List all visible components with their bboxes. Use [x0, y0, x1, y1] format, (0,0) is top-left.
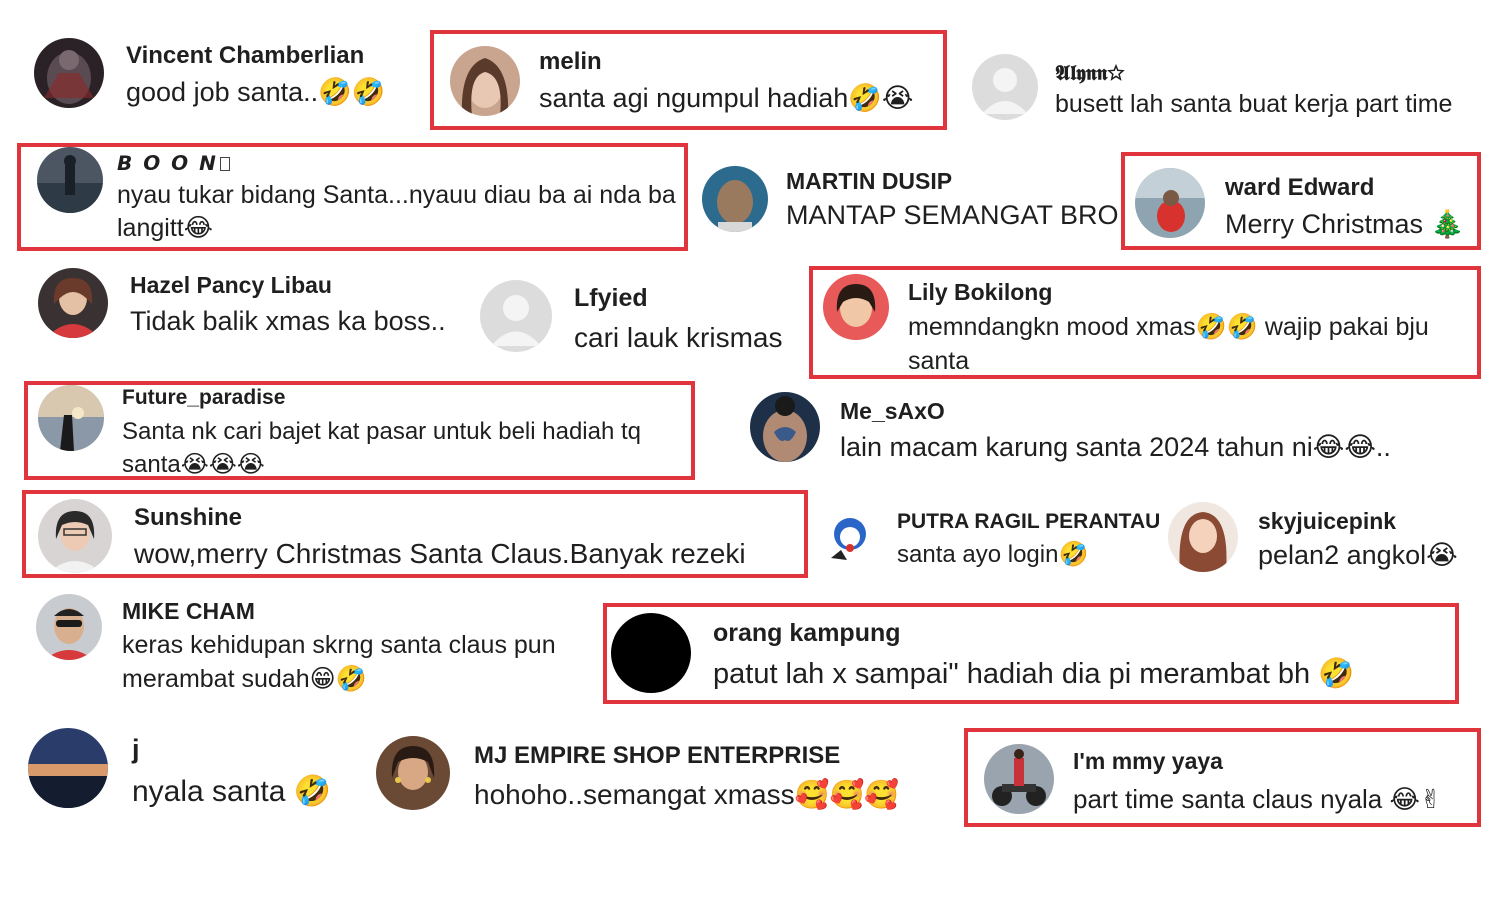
- username[interactable]: 𝕬𝖑𝖞𝖓𝖓☆: [1055, 60, 1125, 86]
- username[interactable]: Future_paradise: [122, 386, 285, 410]
- comment-item-highlighted: Future_paradise Santa nk cari bajet kat …: [24, 381, 695, 480]
- avatar[interactable]: [984, 744, 1054, 814]
- avatar[interactable]: [38, 268, 108, 338]
- comment-text: Santa nk cari bajet kat pasar untuk beli…: [122, 418, 641, 478]
- comment-text: MANTAP SEMANGAT BRO: [786, 200, 1119, 230]
- comment-text: Merry Christmas 🎄: [1225, 209, 1465, 239]
- comment-item: PUTRA RAGIL PERANTAU santa ayo login🤣: [815, 502, 1165, 582]
- username[interactable]: Hazel Pancy Libau: [130, 272, 332, 299]
- comment-text: nyala santa 🤣: [132, 775, 332, 808]
- avatar[interactable]: [611, 613, 691, 693]
- comment-text: cari lauk krismas: [574, 322, 783, 353]
- username[interactable]: Vincent Chamberlian: [126, 42, 364, 70]
- comment-item-highlighted: melin santa agi ngumpul hadiah🤣😭: [430, 30, 947, 130]
- username[interactable]: PUTRA RAGIL PERANTAU: [897, 510, 1160, 534]
- comment-text: santa agi ngumpul hadiah🤣😭: [539, 83, 914, 113]
- comment-text: hohoho..semangat xmass🥰🥰🥰: [474, 779, 900, 810]
- comment-text: good job santa..🤣🤣: [126, 77, 386, 107]
- comment-item-highlighted: I'm mmy yaya part time santa claus nyala…: [964, 728, 1481, 827]
- comment-item: 𝕬𝖑𝖞𝖓𝖓☆ busett lah santa buat kerja part …: [970, 52, 1490, 132]
- avatar[interactable]: [1168, 502, 1238, 572]
- username[interactable]: Lfyied: [574, 284, 648, 313]
- avatar[interactable]: [28, 728, 108, 808]
- avatar[interactable]: [702, 166, 768, 232]
- username[interactable]: MIKE CHAM: [122, 598, 255, 625]
- comment-item-highlighted: Lily Bokilong memndangkn mood xmas🤣🤣 waj…: [809, 266, 1481, 379]
- avatar[interactable]: [817, 504, 883, 570]
- username[interactable]: j: [132, 734, 140, 765]
- username[interactable]: melin: [539, 48, 602, 76]
- comment-item: MIKE CHAM keras kehidupan skrng santa cl…: [32, 592, 602, 702]
- comment-item-highlighted: 𝘽 𝙊 𝙊 𝙉 nyau tukar bidang Santa...nyauu …: [17, 143, 688, 251]
- username[interactable]: I'm mmy yaya: [1073, 748, 1223, 775]
- username[interactable]: 𝘽 𝙊 𝙊 𝙉: [117, 151, 230, 175]
- comment-item-highlighted: Sunshine wow,merry Christmas Santa Claus…: [22, 490, 808, 578]
- avatar[interactable]: [750, 392, 820, 462]
- default-user-icon[interactable]: [480, 280, 552, 352]
- comment-text: memndangkn mood xmas🤣🤣 wajip pakai bju s…: [908, 313, 1429, 375]
- comment-item: j nyala santa 🤣: [26, 726, 366, 816]
- avatar[interactable]: [1135, 168, 1205, 238]
- username[interactable]: orang kampung: [713, 619, 901, 648]
- avatar[interactable]: [38, 385, 104, 451]
- comment-text: santa ayo login🤣: [897, 541, 1089, 568]
- comment-text: busett lah santa buat kerja part time: [1055, 90, 1453, 118]
- comment-text: Tidak balik xmas ka boss..: [130, 306, 446, 336]
- username[interactable]: Sunshine: [134, 504, 242, 532]
- comment-text: patut lah x sampai" hadiah dia pi meramb…: [713, 658, 1355, 690]
- avatar[interactable]: [37, 147, 103, 213]
- default-user-icon[interactable]: [972, 54, 1038, 120]
- comment-text: wow,merry Christmas Santa Claus.Banyak r…: [134, 538, 746, 569]
- username[interactable]: Lily Bokilong: [908, 279, 1052, 306]
- comment-item-highlighted: ward Edward Merry Christmas 🎄: [1121, 152, 1481, 250]
- comment-text: pelan2 angkol😭: [1258, 540, 1458, 570]
- comment-text: lain macam karung santa 2024 tahun ni😂😂.…: [840, 432, 1391, 462]
- avatar[interactable]: [823, 274, 889, 340]
- username[interactable]: MJ EMPIRE SHOP ENTERPRISE: [474, 742, 840, 770]
- comment-item: Hazel Pancy Libau Tidak balik xmas ka bo…: [34, 266, 474, 346]
- avatar[interactable]: [38, 499, 112, 573]
- comment-text: keras kehidupan skrng santa claus pun me…: [122, 631, 556, 693]
- comment-item: skyjuicepink pelan2 angkol😭: [1166, 502, 1486, 582]
- comment-item: Me_sAxO lain macam karung santa 2024 tah…: [748, 392, 1468, 472]
- username[interactable]: skyjuicepink: [1258, 508, 1396, 535]
- comment-item-highlighted: orang kampung patut lah x sampai" hadiah…: [603, 603, 1459, 704]
- username[interactable]: MARTIN DUSIP: [786, 168, 952, 195]
- avatar[interactable]: [34, 38, 104, 108]
- username[interactable]: Me_sAxO: [840, 398, 945, 425]
- avatar[interactable]: [376, 736, 450, 810]
- comment-text: nyau tukar bidang Santa...nyauu diau ba …: [117, 181, 676, 242]
- username[interactable]: ward Edward: [1225, 174, 1374, 202]
- avatar[interactable]: [450, 46, 520, 116]
- avatar[interactable]: [36, 594, 102, 660]
- username-text: 𝘽 𝙊 𝙊 𝙉: [117, 151, 218, 175]
- comment-item: MJ EMPIRE SHOP ENTERPRISE hohoho..semang…: [374, 736, 954, 816]
- comment-item: Vincent Chamberlian good job santa..🤣🤣: [30, 36, 420, 116]
- comment-item: MARTIN DUSIP MANTAP SEMANGAT BRO: [700, 164, 1119, 244]
- comment-text: part time santa claus nyala 😂✌: [1073, 784, 1442, 814]
- missing-glyph-icon: [219, 157, 230, 171]
- comment-item: Lfyied cari lauk krismas: [478, 276, 808, 362]
